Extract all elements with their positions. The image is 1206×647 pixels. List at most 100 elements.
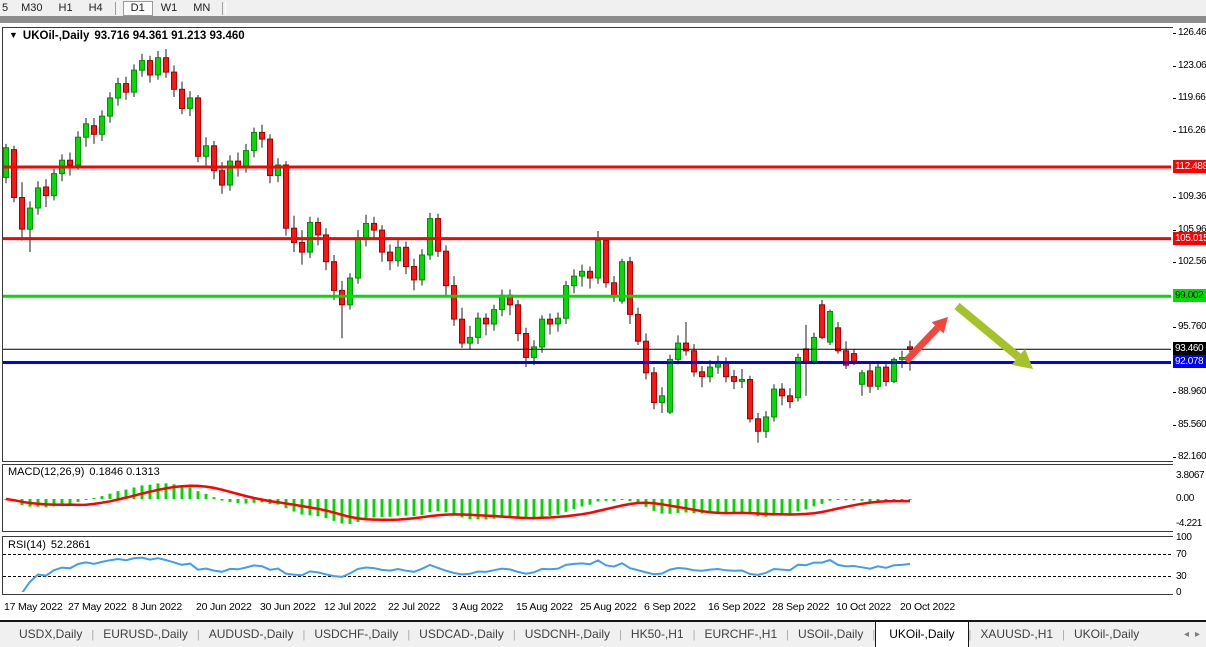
time-axis-label: 30 Jun 2022	[260, 601, 316, 613]
bear-candle	[588, 271, 593, 278]
rsi-axis-label: 70	[1176, 549, 1186, 560]
bull-candle	[580, 271, 585, 276]
rsi-chart[interactable]	[3, 537, 1171, 592]
bear-candle	[148, 61, 153, 75]
tab-scroll-right-icon[interactable]: ▸	[1195, 629, 1200, 640]
bull-candle	[668, 359, 673, 412]
timeframe-button-d1[interactable]: D1	[123, 1, 153, 16]
bull-candle	[860, 373, 865, 385]
price-axis-label: 109.360	[1178, 191, 1206, 202]
timeframe-button-mn[interactable]: MN	[185, 1, 218, 16]
tab-scroll-left-icon[interactable]: ◂	[1184, 629, 1189, 640]
price-axis-tick	[1173, 425, 1176, 426]
bull-candle	[4, 148, 9, 178]
tab-ukoil-daily[interactable]: UKOil-,Daily	[875, 621, 968, 647]
bull-candle	[660, 396, 665, 403]
timeframe-button-h1[interactable]: H1	[51, 1, 81, 16]
macd-name: MACD(12,26,9)	[8, 466, 84, 478]
bear-candle	[548, 319, 553, 324]
bear-candle	[780, 389, 785, 396]
bear-candle	[220, 171, 225, 185]
time-axis[interactable]: 17 May 202227 May 20228 Jun 202220 Jun 2…	[0, 598, 1172, 620]
tab-usoil-daily[interactable]: USOil-,Daily	[789, 623, 872, 646]
bull-candle	[492, 310, 497, 324]
bull-candle	[188, 98, 193, 109]
bull-candle	[876, 367, 881, 386]
time-axis-label: 6 Sep 2022	[644, 601, 696, 613]
macd-axis-label: 3.8067	[1176, 470, 1204, 481]
timeframe-button-w1[interactable]: W1	[153, 1, 186, 16]
bear-candle	[884, 367, 889, 381]
bear-candle	[284, 165, 289, 228]
bear-candle	[172, 72, 177, 89]
symbol-dropdown-icon[interactable]: ▼	[9, 30, 18, 40]
time-axis-label: 3 Aug 2022	[452, 601, 503, 613]
tab-usdx-daily[interactable]: USDX,Daily	[10, 623, 91, 646]
bull-candle	[468, 337, 473, 343]
price-chart[interactable]	[3, 28, 1171, 459]
price-badge-99.002: 99.002	[1173, 289, 1206, 302]
tab-hk50-h1[interactable]: HK50-,H1	[622, 623, 693, 646]
bear-candle	[612, 283, 617, 296]
timeframe-button-m30[interactable]: M30	[13, 1, 50, 16]
price-axis-label: 126.460	[1178, 27, 1206, 38]
bull-candle	[828, 312, 833, 343]
bear-candle	[652, 373, 657, 403]
tab-eurusd-daily[interactable]: EURUSD-,Daily	[94, 623, 197, 646]
macd-chart[interactable]	[3, 465, 1171, 529]
bull-candle	[116, 84, 121, 98]
bull-candle	[252, 132, 257, 150]
price-axis-label: 95.760	[1178, 321, 1206, 332]
price-axis[interactable]: 126.460123.060119.660116.260109.360105.9…	[1173, 23, 1206, 620]
bear-candle	[636, 314, 641, 341]
price-axis-tick	[1173, 327, 1176, 328]
bull-candle	[420, 255, 425, 280]
tab-audusd-daily[interactable]: AUDUSD-,Daily	[200, 623, 303, 646]
rsi-panel[interactable]	[2, 536, 1174, 595]
price-axis-tick	[1173, 131, 1176, 132]
tab-ukoil-daily[interactable]: UKOil-,Daily	[1065, 623, 1148, 646]
bearish-arrow[interactable]	[957, 306, 1033, 369]
tab-eurchf-h1[interactable]: EURCHF-,H1	[695, 623, 786, 646]
tab-xauusd-h1[interactable]: XAUUSD-,H1	[971, 623, 1062, 646]
macd-panel[interactable]	[2, 464, 1174, 532]
bear-candle	[436, 219, 441, 252]
time-axis-label: 12 Jul 2022	[324, 601, 376, 613]
tab-usdcnh-daily[interactable]: USDCNH-,Daily	[516, 623, 619, 646]
bull-candle	[52, 174, 57, 196]
bear-candle	[332, 262, 337, 291]
bear-candle	[700, 372, 705, 377]
price-badge-105.015: 105.015	[1173, 232, 1206, 245]
price-axis-label: 88.960	[1178, 386, 1206, 397]
bear-candle	[404, 247, 409, 266]
bear-candle	[372, 223, 377, 230]
bear-candle	[268, 139, 273, 175]
macd-values: 0.1846 0.1313	[89, 466, 159, 478]
time-axis-label: 20 Oct 2022	[900, 601, 955, 613]
macd-axis-label: 0.00	[1176, 493, 1194, 504]
price-axis-tick	[1173, 98, 1176, 99]
price-panel[interactable]	[2, 27, 1174, 462]
bear-candle	[452, 286, 457, 320]
bear-candle	[484, 318, 489, 324]
toolbar-separator	[115, 2, 119, 15]
bear-candle	[380, 230, 385, 252]
tab-usdcad-daily[interactable]: USDCAD-,Daily	[410, 623, 513, 646]
bull-candle	[204, 146, 209, 157]
time-axis-label: 25 Aug 2022	[580, 601, 637, 613]
bear-candle	[788, 396, 793, 402]
bull-candle	[348, 278, 353, 305]
price-axis-tick	[1173, 392, 1176, 393]
bull-candle	[28, 208, 33, 229]
bear-candle	[388, 252, 393, 261]
time-axis-label: 16 Sep 2022	[708, 601, 765, 613]
bull-candle	[564, 286, 569, 319]
bull-candle	[572, 276, 577, 286]
timeframe-button-5[interactable]: 5	[0, 1, 13, 16]
bullish-arrow[interactable]	[906, 317, 948, 361]
tab-usdchf-daily[interactable]: USDCHF-,Daily	[305, 623, 407, 646]
bull-candle	[396, 247, 401, 260]
timeframe-button-h4[interactable]: H4	[81, 1, 111, 16]
rsi-name: RSI(14)	[8, 539, 46, 551]
symbol-tabs-bar: USDX,Daily|EURUSD-,Daily|AUDUSD-,Daily|U…	[0, 620, 1206, 647]
